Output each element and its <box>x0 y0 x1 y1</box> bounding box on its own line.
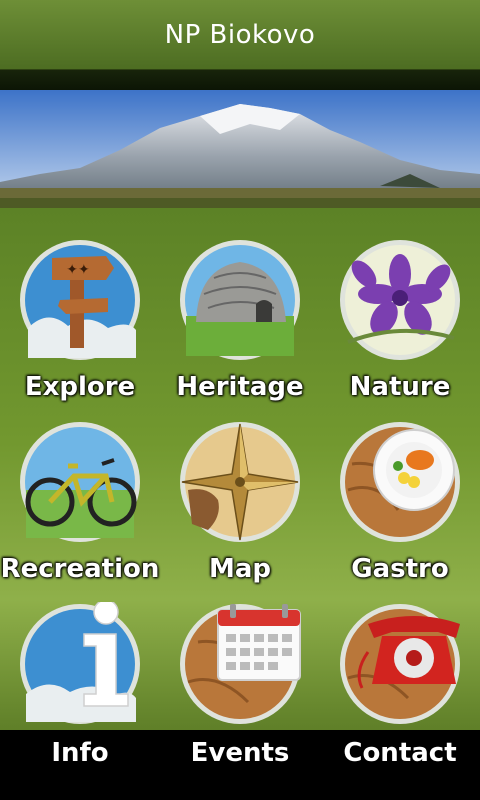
signpost-icon: ✦✦ <box>20 240 140 360</box>
info-icon <box>20 602 140 724</box>
gastro-button[interactable]: Gastro <box>320 390 480 584</box>
header-divider <box>0 70 480 90</box>
events-label[interactable]: Events <box>160 738 320 768</box>
heritage-button[interactable]: Heritage <box>160 208 320 402</box>
mountain-banner <box>0 90 480 208</box>
events-button[interactable] <box>160 572 320 752</box>
map-button[interactable]: Map <box>160 390 320 584</box>
contact-label[interactable]: Contact <box>320 738 480 768</box>
bicycle-icon <box>20 422 140 542</box>
compass-icon <box>180 422 300 542</box>
menu-area: ✦✦ Explore Heritage Nature Recreation Ma… <box>0 208 480 730</box>
svg-text:✦✦: ✦✦ <box>66 262 90 278</box>
bottom-bar: Info Events Contact <box>0 730 480 800</box>
info-label[interactable]: Info <box>0 738 160 768</box>
calendar-icon <box>180 604 301 724</box>
info-button[interactable] <box>0 572 160 752</box>
plate-icon <box>340 422 460 542</box>
stone-hut-icon <box>180 240 300 360</box>
title-bar: NP Biokovo <box>0 0 480 70</box>
flower-icon <box>340 240 460 360</box>
telephone-icon <box>340 604 460 724</box>
nature-button[interactable]: Nature <box>320 208 480 402</box>
explore-button[interactable]: ✦✦ Explore <box>0 208 160 402</box>
app-title: NP Biokovo <box>164 19 316 50</box>
contact-button[interactable] <box>320 572 480 752</box>
recreation-button[interactable]: Recreation <box>0 390 160 584</box>
